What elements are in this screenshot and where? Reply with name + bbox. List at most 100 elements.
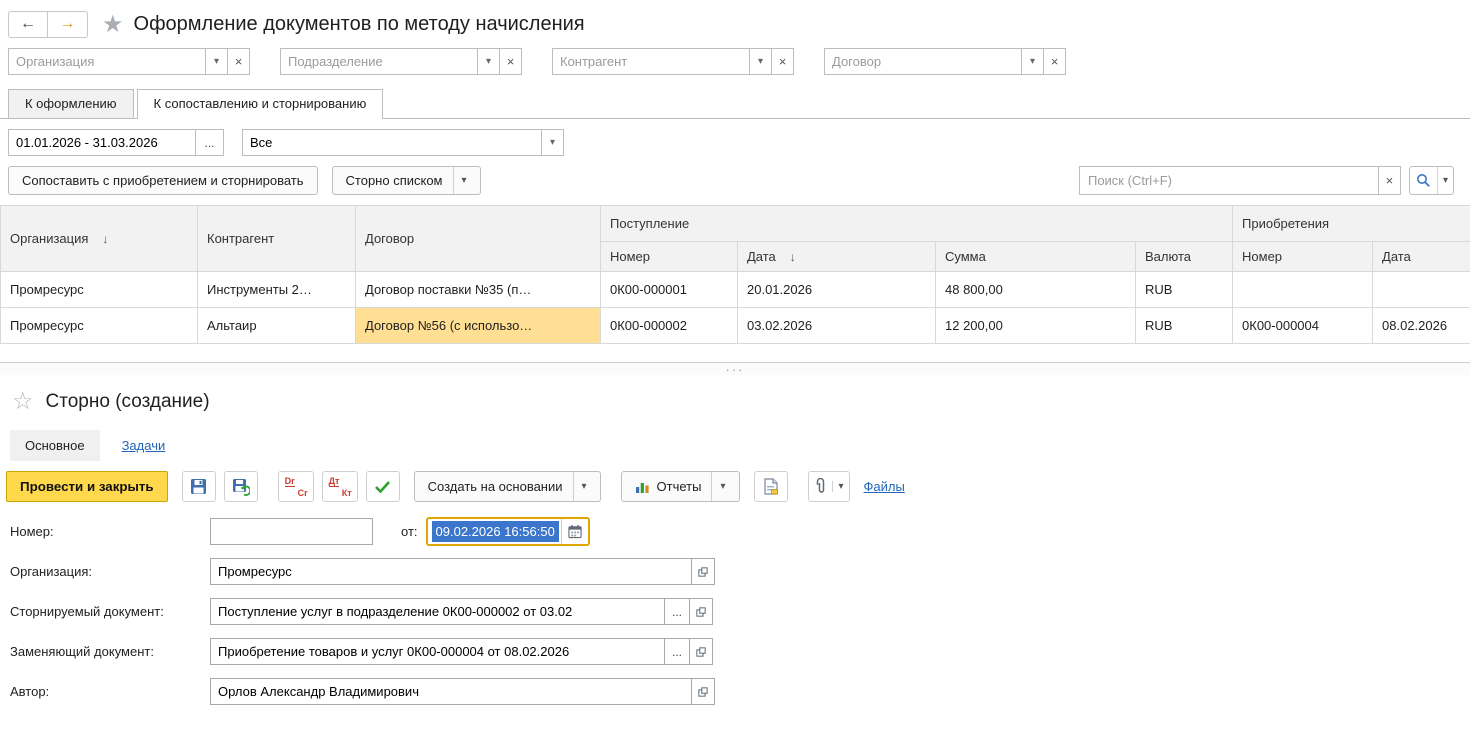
col-header-contract[interactable]: Договор — [355, 205, 601, 272]
col-header-sum[interactable]: Сумма — [935, 241, 1136, 272]
create-based-on-button[interactable]: Создать на основании ▾ — [413, 471, 601, 502]
cell-acq-number[interactable]: 0К00-000004 — [1232, 307, 1374, 344]
storno-document-input[interactable] — [210, 598, 665, 625]
save-refresh-button[interactable] — [223, 471, 258, 502]
number-row: Номер: от: 09.02.2026 16:56:50 — [10, 517, 1460, 546]
cell-number[interactable]: 0К00-000001 — [600, 271, 738, 308]
period-input[interactable] — [8, 129, 196, 156]
col-header-contragent[interactable]: Контрагент — [197, 205, 356, 272]
chooser-icon[interactable] — [692, 678, 715, 705]
chevron-down-icon: ▾ — [452, 167, 467, 194]
documents-table: Организация ↓ Контрагент Договор Поступле… — [0, 205, 1470, 344]
cell-contract-current[interactable]: Договор №56 (с использо… — [355, 307, 601, 344]
splitter-grip: ··· — [725, 361, 745, 377]
cell-sum[interactable]: 48 800,00 — [935, 271, 1136, 308]
storno-more-button[interactable]: ... — [665, 598, 690, 625]
date-input[interactable]: 09.02.2026 16:56:50 — [431, 521, 559, 542]
col-group-receipt[interactable]: Поступление — [599, 205, 1234, 242]
cell-org[interactable]: Промресурс — [0, 271, 198, 308]
table-row-selected[interactable]: Промресурс Альтаир Договор №56 (с исполь… — [0, 307, 1470, 344]
col-header-org[interactable]: Организация ↓ — [0, 205, 198, 272]
col-header-number[interactable]: Номер — [600, 241, 738, 272]
clear-icon[interactable]: × — [772, 48, 794, 75]
dropdown-arrow-icon[interactable]: ▾ — [750, 48, 772, 75]
clear-icon[interactable]: × — [228, 48, 250, 75]
dropdown-arrow-icon[interactable]: ▾ — [1022, 48, 1044, 75]
cell-acq-number[interactable] — [1232, 271, 1374, 308]
cell-acq-date[interactable] — [1372, 271, 1470, 308]
contragent-filter-input[interactable] — [552, 48, 750, 75]
post-button[interactable] — [365, 471, 400, 502]
dropdown-arrow-icon[interactable]: ▾ — [542, 129, 564, 156]
favorite-star-outline-icon[interactable]: ☆ — [12, 387, 34, 416]
match-and-storno-button[interactable]: Сопоставить с приобретением и сторнирова… — [8, 166, 318, 195]
replacing-document-input[interactable] — [210, 638, 665, 665]
cell-contragent[interactable]: Инструменты 2… — [197, 271, 356, 308]
search-input[interactable] — [1078, 166, 1379, 195]
cell-contragent[interactable]: Альтаир — [197, 307, 356, 344]
nav-buttons: ← → — [8, 10, 88, 38]
cell-org[interactable]: Промресурс — [0, 307, 198, 344]
organization-filter-input[interactable] — [8, 48, 206, 75]
dtkt-icon: Дт Кт — [328, 475, 352, 498]
pane-splitter[interactable]: ··· — [0, 361, 1470, 377]
col-header-currency[interactable]: Валюта — [1134, 241, 1234, 272]
tab-main[interactable]: Основное — [10, 430, 100, 461]
clear-icon[interactable]: × — [1378, 166, 1401, 195]
number-input[interactable] — [210, 518, 373, 545]
files-link[interactable]: Файлы — [864, 479, 905, 494]
cell-currency[interactable]: RUB — [1134, 271, 1234, 308]
detail-title: Сторно (создание) — [45, 390, 210, 412]
col-header-acq-number[interactable]: Номер — [1232, 241, 1374, 272]
post-and-close-button[interactable]: Провести и закрыть — [6, 471, 168, 502]
contract-filter-input[interactable] — [824, 48, 1022, 75]
back-button[interactable]: ← — [8, 10, 48, 38]
chevron-down-icon: ▾ — [572, 472, 587, 501]
cell-number[interactable]: 0К00-000002 — [600, 307, 738, 344]
chooser-icon[interactable] — [690, 598, 713, 625]
forward-button[interactable]: → — [48, 10, 88, 38]
document-icon — [763, 478, 779, 495]
storno-list-button[interactable]: Сторно списком ▾ — [331, 166, 481, 195]
chooser-icon[interactable] — [690, 638, 713, 665]
chooser-icon[interactable] — [692, 558, 715, 585]
cell-currency[interactable]: RUB — [1134, 307, 1234, 344]
mode-select-input[interactable] — [242, 129, 542, 156]
col-header-date[interactable]: Дата ↓ — [737, 241, 936, 272]
department-filter-input[interactable] — [280, 48, 478, 75]
tab-registration[interactable]: К оформлению — [8, 89, 134, 118]
paperclip-icon — [814, 478, 827, 495]
matching-panel: ... ▾ Сопоставить с приобретением и стор… — [0, 118, 1470, 362]
search-icon — [1410, 167, 1437, 194]
organization-input[interactable] — [210, 558, 692, 585]
main-tab-bar: К оформлению К сопоставлению и сторниров… — [0, 81, 1470, 119]
tab-tasks[interactable]: Задачи — [122, 438, 166, 453]
clear-icon[interactable]: × — [500, 48, 522, 75]
reports-button[interactable]: Отчеты ▾ — [620, 471, 740, 502]
cell-date[interactable]: 20.01.2026 — [737, 271, 936, 308]
period-more-button[interactable]: ... — [196, 129, 224, 156]
author-input[interactable] — [210, 678, 692, 705]
clear-icon[interactable]: × — [1044, 48, 1066, 75]
replacing-more-button[interactable]: ... — [665, 638, 690, 665]
attachments-button[interactable]: ▾ — [807, 471, 850, 502]
cell-contract[interactable]: Договор поставки №35 (п… — [355, 271, 601, 308]
col-group-acquisitions[interactable]: Приобретения — [1232, 205, 1470, 242]
table-row[interactable]: Промресурс Инструменты 2… Договор постав… — [0, 271, 1470, 308]
cell-date[interactable]: 03.02.2026 — [737, 307, 936, 344]
document-button[interactable] — [753, 471, 788, 502]
col-header-acq-date[interactable]: Дата — [1372, 241, 1470, 272]
find-button[interactable]: ▾ — [1408, 166, 1454, 195]
dt-kt-button[interactable]: Дт Кт — [321, 471, 358, 502]
dropdown-arrow-icon[interactable]: ▾ — [206, 48, 228, 75]
calendar-icon[interactable] — [560, 519, 588, 544]
favorite-star-icon[interactable]: ★ — [102, 10, 124, 39]
dr-cr-button[interactable]: Dr Cr — [277, 471, 314, 502]
dropdown-arrow-icon[interactable]: ▾ — [478, 48, 500, 75]
tab-matching[interactable]: К сопоставлению и сторнированию — [136, 89, 384, 119]
save-refresh-icon — [232, 478, 250, 496]
department-filter: ▾ × — [280, 48, 522, 75]
cell-sum[interactable]: 12 200,00 — [935, 307, 1136, 344]
save-button[interactable] — [181, 471, 216, 502]
cell-acq-date[interactable]: 08.02.2026 — [1372, 307, 1470, 344]
